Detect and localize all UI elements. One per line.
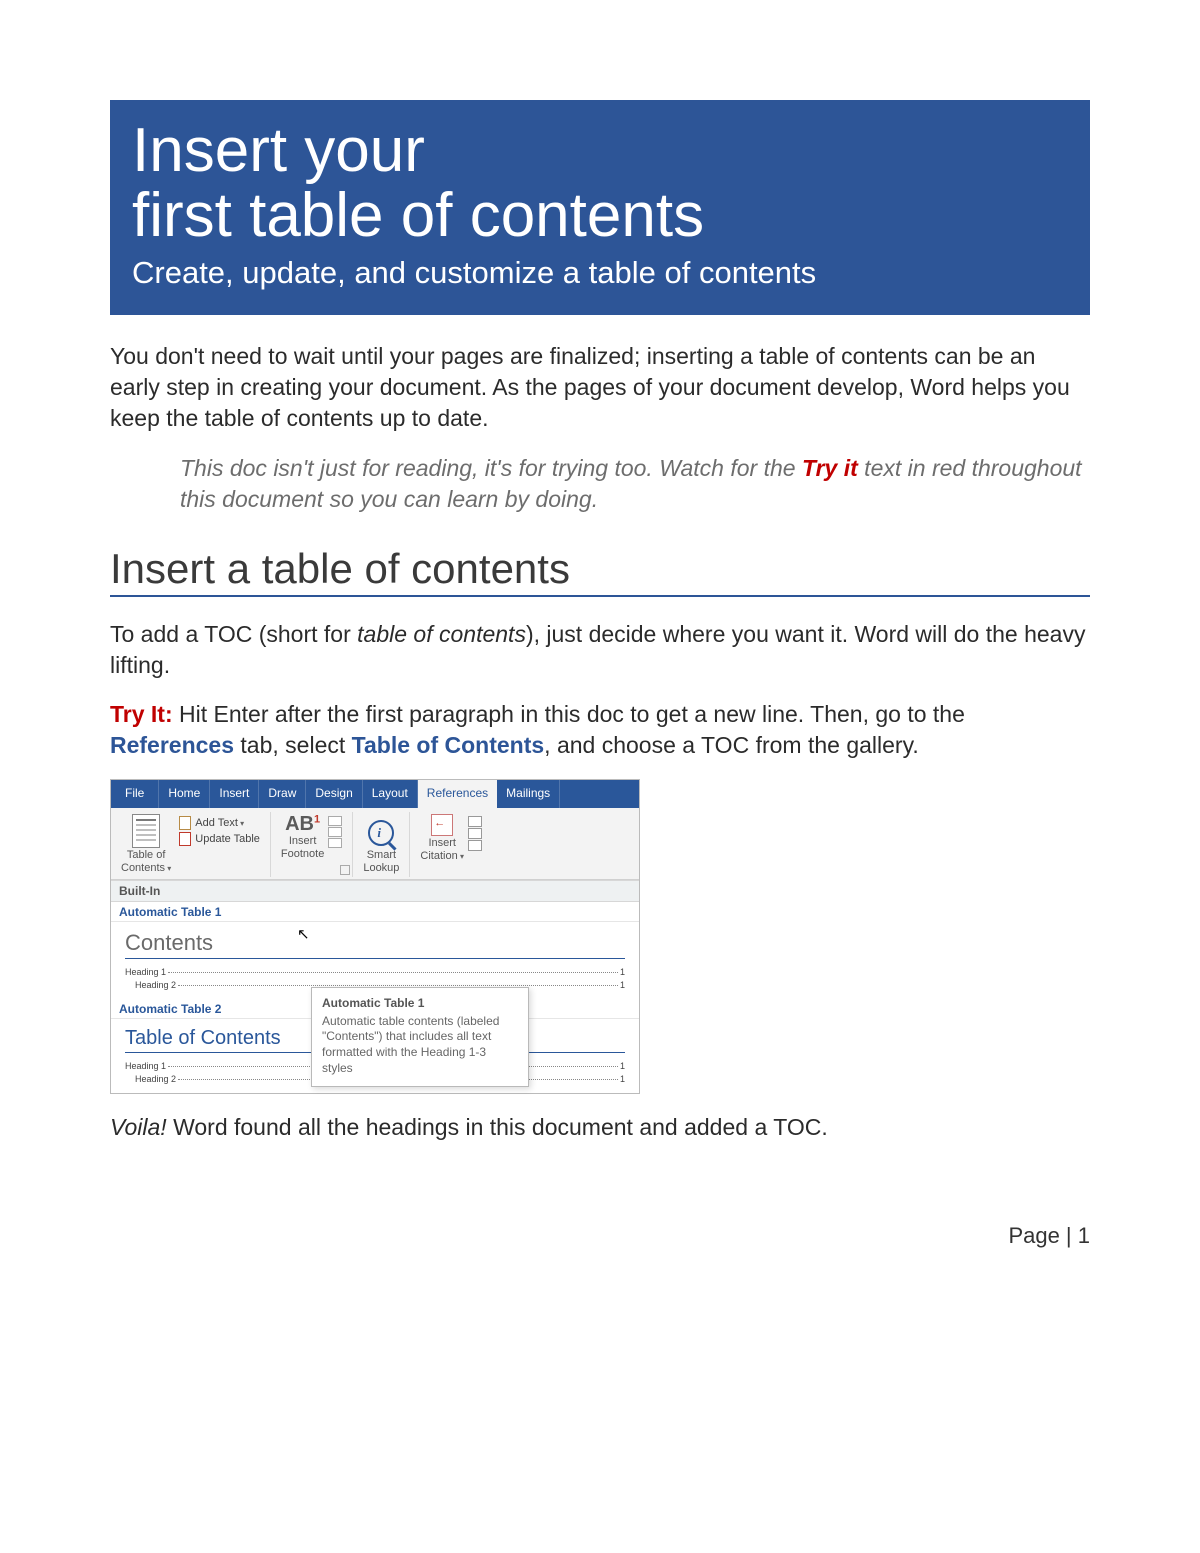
toc-ref: Table of Contents [352, 732, 545, 758]
preview1-h1-label: Heading 1 [125, 967, 166, 977]
gallery-auto1-header: Automatic Table 1 [111, 902, 639, 922]
tab-insert[interactable]: Insert [210, 780, 259, 808]
bibliography-icon[interactable] [468, 840, 482, 851]
gallery-builtin-header: Built-In [111, 880, 639, 902]
tab-layout[interactable]: Layout [363, 780, 418, 808]
callout-pre: This doc isn't just for reading, it's fo… [180, 455, 802, 481]
smart-lookup-button[interactable]: i Smart Lookup [363, 820, 399, 875]
gallery-auto2-preview[interactable]: Automatic Table 1 Automatic table conten… [111, 1019, 639, 1093]
tab-references[interactable]: References [418, 780, 497, 808]
citation-icon [431, 814, 453, 836]
p2-t2: tab, select [234, 732, 352, 758]
group-citations: Insert Citation [416, 812, 492, 877]
section-heading: Insert a table of contents [110, 545, 1090, 597]
citation-extras [468, 814, 482, 851]
preview2-h1-page: 1 [620, 1061, 625, 1071]
page-footer: Page | 1 [110, 1223, 1090, 1249]
hero-title-line2: first table of contents [132, 183, 1068, 248]
show-notes-icon[interactable] [328, 838, 342, 848]
tooltip-body: Automatic table contents (labeled "Conte… [322, 1014, 518, 1076]
tooltip-title: Automatic Table 1 [322, 996, 518, 1010]
paragraph-tryit: Try It: Hit Enter after the first paragr… [110, 699, 1090, 761]
preview1-title: Contents [125, 930, 625, 959]
toc-icon [132, 814, 160, 848]
intro-paragraph: You don't need to wait until your pages … [110, 341, 1090, 434]
toc-label-line1: Table of [127, 850, 166, 862]
update-table-label: Update Table [195, 833, 260, 845]
smart-label-1: Smart [367, 850, 396, 862]
footnote-label-2: Footnote [281, 849, 324, 861]
cursor-icon: ↖ [297, 925, 310, 943]
style-icon[interactable] [468, 828, 482, 839]
paragraph-1: To add a TOC (short for table of content… [110, 619, 1090, 681]
insert-footnote-button[interactable]: AB1 Insert Footnote [281, 814, 324, 861]
add-text-label: Add Text [195, 817, 244, 829]
update-table-icon [179, 832, 191, 846]
preview1-h1-page: 1 [620, 967, 625, 977]
footnote-extras [328, 814, 342, 848]
add-text-icon [179, 816, 191, 830]
toc-label-line2: Contents [121, 863, 171, 875]
preview1-h2-label: Heading 2 [125, 980, 176, 990]
hero-subtitle: Create, update, and customize a table of… [132, 254, 1068, 291]
insert-endnote-icon[interactable] [328, 816, 342, 826]
group-footnotes: AB1 Insert Footnote [277, 812, 353, 877]
callout-tryit: This doc isn't just for reading, it's fo… [180, 453, 1090, 515]
word-screenshot: File Home Insert Draw Design Layout Refe… [110, 779, 640, 1094]
footnote-label-1: Insert [289, 836, 317, 848]
smart-lookup-icon: i [368, 820, 394, 846]
ribbon-tabs: File Home Insert Draw Design Layout Refe… [111, 780, 639, 808]
tab-mailings[interactable]: Mailings [497, 780, 560, 808]
preview2-h2-label: Heading 2 [125, 1074, 176, 1084]
group-toc: Table of Contents Add Text Update Table [117, 812, 271, 877]
voila-post: Word found all the headings in this docu… [167, 1114, 828, 1140]
citation-label-1: Insert [428, 838, 456, 850]
tab-home[interactable]: Home [159, 780, 210, 808]
hero-title-line1: Insert your [132, 118, 1068, 183]
group-research: i Smart Lookup [359, 812, 410, 877]
preview2-h2-page: 1 [620, 1074, 625, 1084]
footnote-icon: AB1 [285, 814, 320, 834]
smart-label-2: Lookup [363, 863, 399, 875]
toc-button[interactable]: Table of Contents [121, 814, 171, 875]
preview1-h2-page: 1 [620, 980, 625, 990]
tryit-label: Try it [802, 455, 858, 481]
tryit-lead: Try It: [110, 701, 173, 727]
next-footnote-icon[interactable] [328, 827, 342, 837]
ribbon-body: Table of Contents Add Text Update Table [111, 808, 639, 880]
voila-paragraph: Voila! Word found all the headings in th… [110, 1112, 1090, 1143]
footnotes-launcher-icon[interactable] [340, 865, 350, 875]
voila: Voila! [110, 1114, 167, 1140]
insert-citation-button[interactable]: Insert Citation [420, 814, 464, 863]
tab-file[interactable]: File [111, 780, 159, 808]
preview1-row-h1: Heading 1 1 [125, 967, 625, 977]
p1-pre: To add a TOC (short for [110, 621, 357, 647]
tab-draw[interactable]: Draw [259, 780, 306, 808]
p1-term: table of contents [357, 621, 526, 647]
citation-label-2: Citation [420, 851, 464, 863]
preview2-h1-label: Heading 1 [125, 1061, 166, 1071]
p2-t3: , and choose a TOC from the gallery. [544, 732, 919, 758]
hero-banner: Insert your first table of contents Crea… [110, 100, 1090, 315]
references-ref: References [110, 732, 234, 758]
manage-sources-icon[interactable] [468, 816, 482, 827]
tooltip: Automatic Table 1 Automatic table conten… [311, 987, 529, 1087]
update-table-button[interactable]: Update Table [179, 832, 260, 846]
tab-design[interactable]: Design [306, 780, 362, 808]
add-text-button[interactable]: Add Text [179, 816, 260, 830]
p2-t1: Hit Enter after the first paragraph in t… [173, 701, 965, 727]
